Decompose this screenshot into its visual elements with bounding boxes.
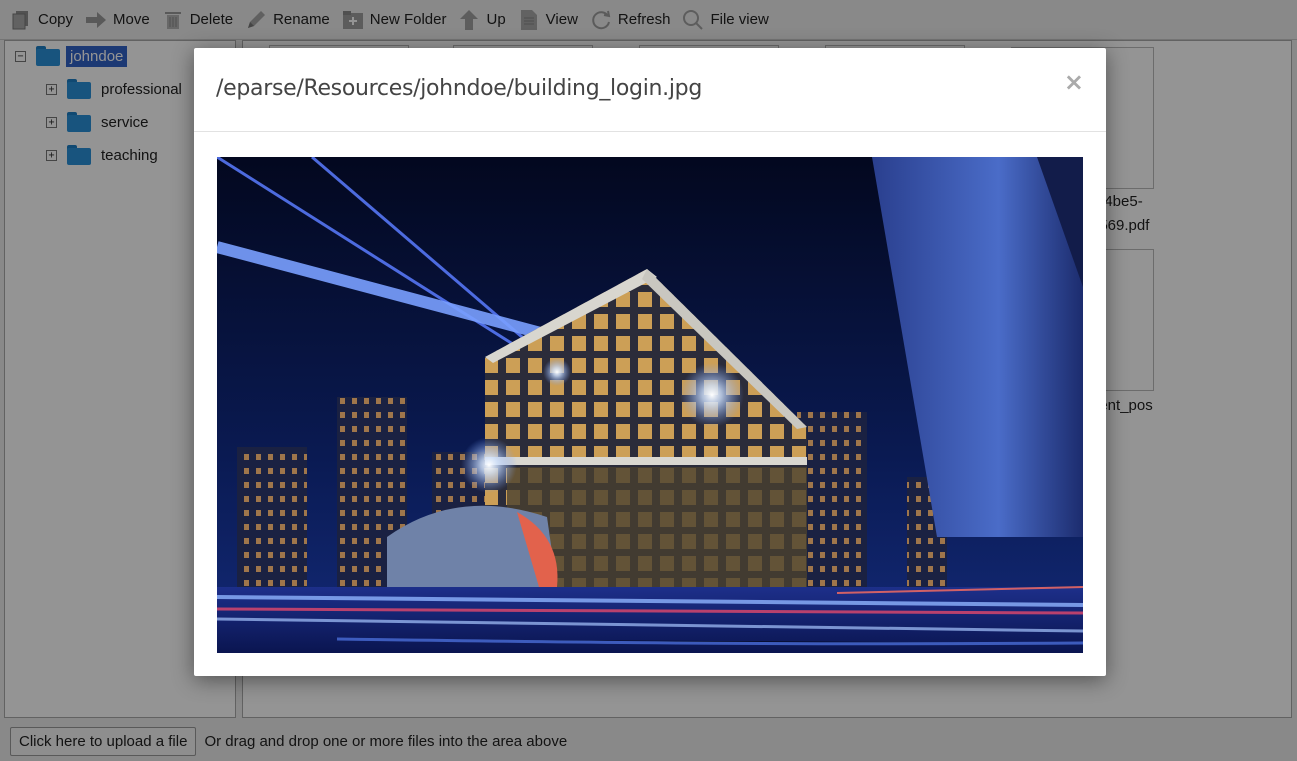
close-icon[interactable]: ×: [1064, 70, 1084, 94]
modal-header: /eparse/Resources/johndoe/building_login…: [194, 48, 1106, 132]
night-city-building-photo: [217, 157, 1083, 653]
modal-title: /eparse/Resources/johndoe/building_login…: [216, 76, 702, 101]
image-preview-modal: /eparse/Resources/johndoe/building_login…: [194, 48, 1106, 676]
